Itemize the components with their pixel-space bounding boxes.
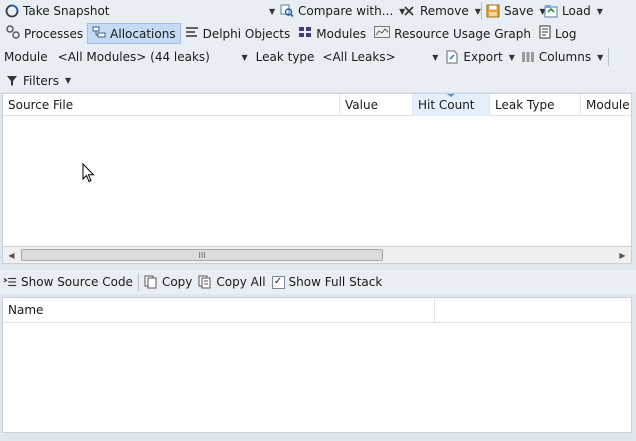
allocations-grid[interactable]: Source File Value Hit Count Leak Type Mo… [2,93,632,247]
columns-dropdown-icon: ▼ [597,52,604,62]
leak-type-label: Leak type [255,50,315,64]
column-header-name[interactable]: Name [3,298,435,323]
compare-icon [280,4,294,18]
load-dropdown-icon: ▼ [596,6,603,16]
module-select[interactable]: <All Modules> (44 leaks) ▼ [54,47,252,67]
horizontal-scrollbar[interactable]: ◀ III ▶ [2,247,632,264]
export-button[interactable]: Export ▼ [442,47,517,67]
graph-icon [374,25,391,42]
filters-button[interactable]: Filters ▼ [2,71,74,91]
columns-icon [521,50,535,64]
tab-processes[interactable]: Processes [2,23,87,44]
copy-label: Copy [161,275,193,289]
tab-processes-label: Processes [24,26,84,41]
columns-label: Columns [538,50,592,64]
columns-button[interactable]: Columns ▼ [518,47,606,67]
chevron-down-icon: ▼ [432,52,439,62]
show-full-stack-label: Show Full Stack [288,275,383,289]
column-header-module[interactable]: Module [581,94,631,116]
save-label: Save [504,4,534,18]
leak-type-select-value: <All Leaks> [322,50,396,64]
processes-icon [6,25,20,42]
tab-log[interactable]: Log [535,23,580,44]
export-icon [445,50,459,64]
scrollbar-grip: III [198,250,206,260]
toolbar-separator [481,2,482,20]
allocations-icon [92,25,106,42]
remove-label: Remove [420,4,469,18]
allocations-grid-header: Source File Value Hit Count Leak Type Mo… [3,94,631,116]
filters-dropdown-icon: ▼ [64,76,72,85]
show-full-stack-checkbox[interactable]: ✓ [271,275,285,289]
take-snapshot-label: Take Snapshot [23,4,110,18]
remove-dropdown-icon: ▼ [474,6,481,16]
view-tabs: Processes Allocations Delphi Objects Mod… [0,22,636,45]
module-select-value: <All Modules> (44 leaks) [57,50,210,64]
leak-type-select[interactable]: <All Leaks> ▼ [318,47,442,67]
source-code-icon [3,275,17,289]
stack-grid[interactable]: Name [2,297,632,433]
module-label: Module [4,50,48,64]
tab-resource-usage-graph[interactable]: Resource Usage Graph [370,23,535,44]
tab-modules-label: Modules [316,26,367,41]
mouse-cursor-icon [82,162,96,186]
toolbar-separator [608,48,610,66]
take-snapshot-dropdown-icon[interactable]: ▼ [269,7,275,16]
copy-all-icon [198,275,212,289]
delphi-objects-icon [185,25,199,42]
tab-delphi-objects[interactable]: Delphi Objects [181,23,295,44]
allocations-grid-body [3,116,631,246]
tab-modules[interactable]: Modules [294,23,370,44]
copy-all-label: Copy All [216,275,266,289]
compare-with-label: Compare with... [298,4,394,18]
scroll-left-icon[interactable]: ◀ [3,247,20,263]
camera-icon [5,4,19,18]
tab-resource-usage-graph-label: Resource Usage Graph [394,26,531,41]
export-dropdown-icon: ▼ [508,52,515,62]
open-folder-icon [544,4,558,18]
compare-with-button[interactable]: Compare with... ▼ [277,1,408,21]
copy-all-button[interactable]: Copy All [195,272,268,292]
filters-label: Filters [23,73,59,88]
export-label: Export [463,50,503,64]
scrollbar-thumb[interactable]: III [21,249,383,261]
show-source-code-button[interactable]: Show Source Code [0,272,136,292]
tab-log-label: Log [555,26,577,41]
stack-grid-header: Name [3,298,631,323]
show-source-code-label: Show Source Code [21,275,133,289]
filters-bar: Filters ▼ [0,69,636,92]
stack-toolbar: Show Source Code Copy Copy All ✓ Show Fu… [0,270,636,294]
filter-bar: Module <All Modules> (44 leaks) ▼ Leak t… [0,45,636,69]
chevron-down-icon: ▼ [241,52,248,62]
column-header-empty [435,298,631,322]
column-header-source-file[interactable]: Source File [3,94,340,116]
copy-icon [144,275,158,289]
tab-allocations-label: Allocations [110,26,176,41]
funnel-icon [5,74,19,88]
show-full-stack-toggle[interactable]: ✓ Show Full Stack [269,272,386,292]
close-icon [402,4,416,18]
stack-grid-body [3,323,631,432]
toolbar-separator [137,273,139,291]
remove-button[interactable]: Remove ▼ [399,1,484,21]
load-label: Load [562,4,591,18]
load-button[interactable]: Load ▼ [541,1,606,21]
take-snapshot-button[interactable]: Take Snapshot [2,1,113,21]
save-button[interactable]: Save ▼ [483,1,549,21]
floppy-disk-icon [486,4,500,18]
tab-delphi-objects-label: Delphi Objects [202,26,291,41]
main-toolbar: Take Snapshot ▼ Compare with... ▼ Remove… [0,0,636,22]
copy-button[interactable]: Copy [141,272,195,292]
column-header-value[interactable]: Value [340,94,413,116]
modules-icon [298,25,312,42]
log-icon [539,25,551,42]
column-header-leak-type[interactable]: Leak Type [490,94,581,116]
scroll-right-icon[interactable]: ▶ [614,247,631,263]
tab-allocations[interactable]: Allocations [87,23,181,44]
column-header-hit-count[interactable]: Hit Count [413,94,490,116]
